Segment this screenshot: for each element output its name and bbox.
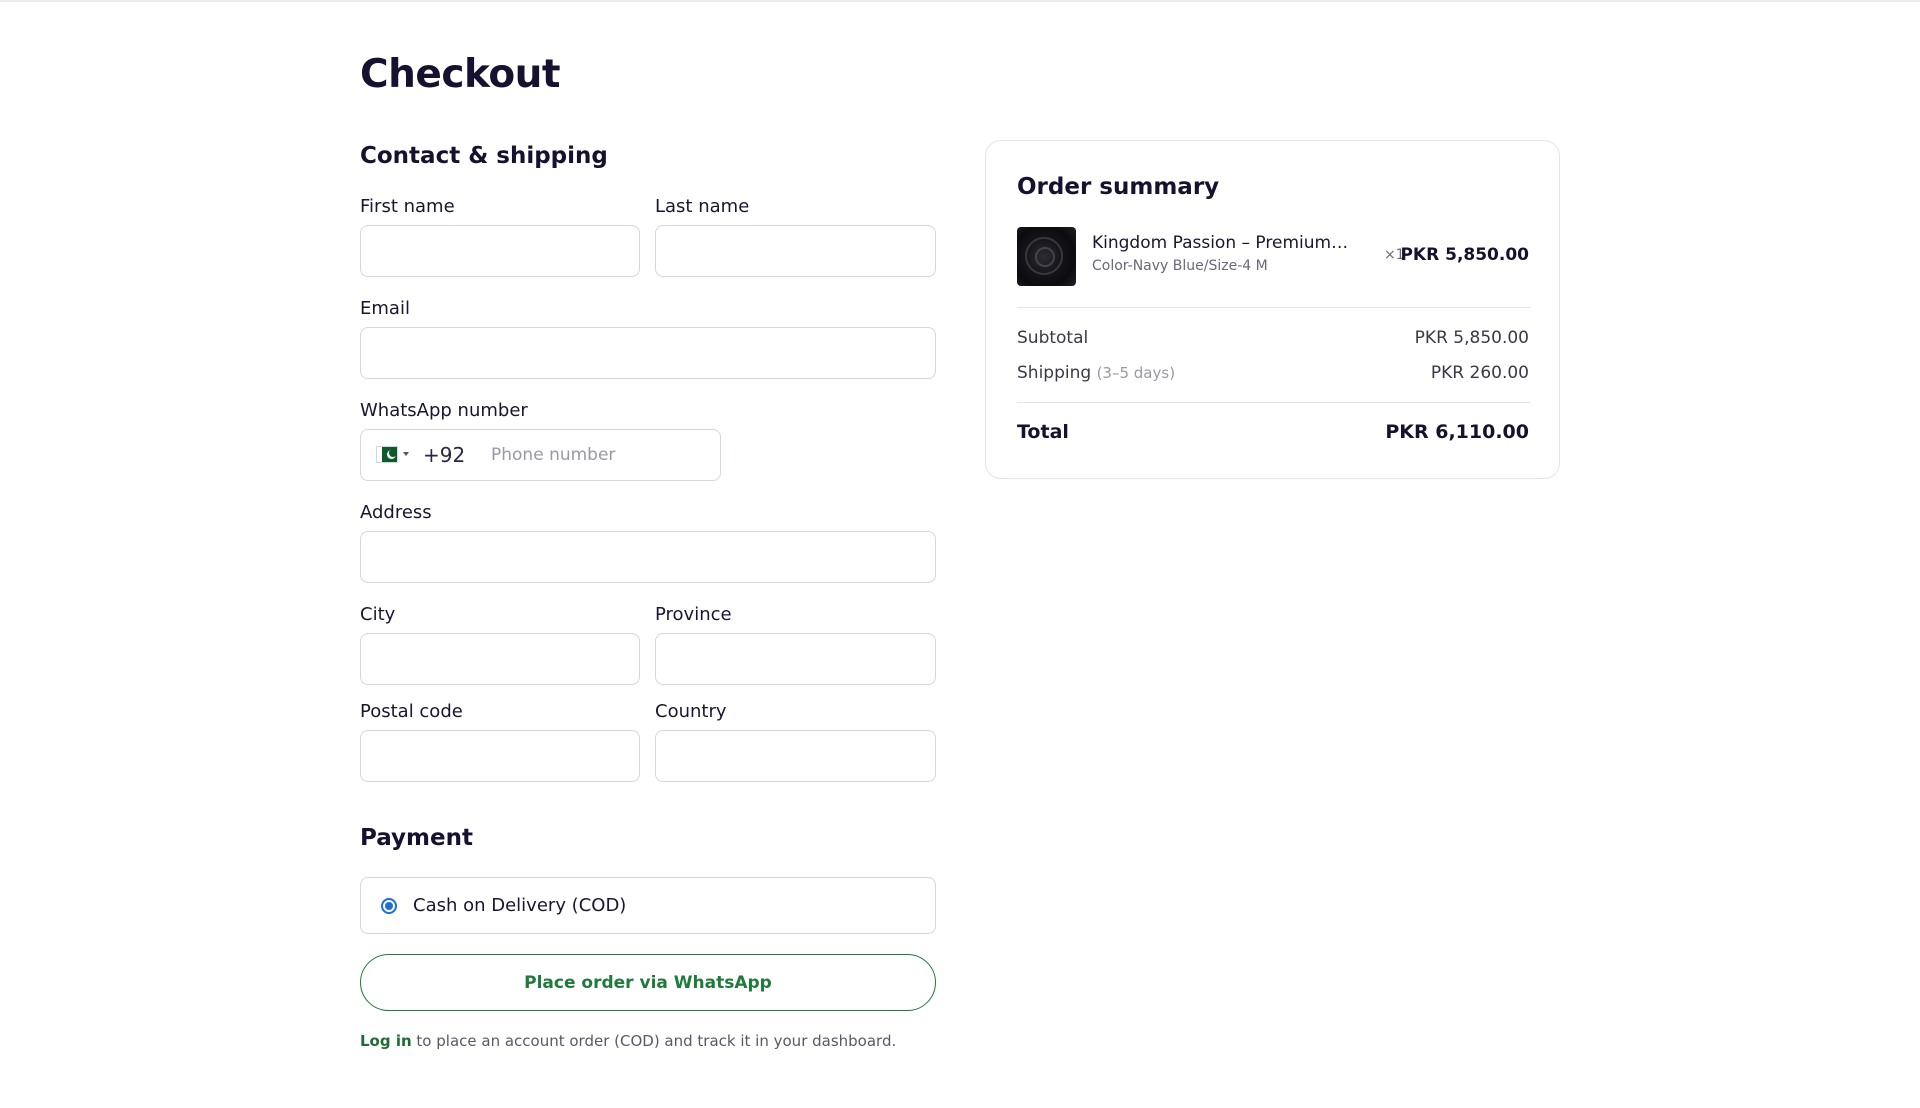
flag-crescent-cut: [389, 449, 397, 457]
email-field[interactable]: [360, 327, 936, 379]
dial-code: +92: [423, 443, 466, 467]
whatsapp-phone-field: +92: [360, 429, 721, 481]
shipping-row: Shipping (3–5 days): [1017, 363, 1175, 383]
login-note-text: to place an account order (COD) and trac…: [411, 1032, 897, 1050]
last-name-label: Last name: [655, 196, 750, 217]
shipping-hint: (3–5 days): [1096, 364, 1176, 382]
address-field[interactable]: [360, 531, 936, 583]
shipping-value: PKR 260.00: [1430, 363, 1529, 383]
shipping-label: Shipping: [1017, 363, 1092, 383]
first-name-field[interactable]: [360, 225, 640, 277]
login-note: Log in to place an account order (COD) a…: [360, 1032, 896, 1050]
page-title: Checkout: [360, 52, 561, 97]
product-name: Kingdom Passion – Premium…: [1092, 233, 1349, 253]
order-summary-title: Order summary: [1017, 174, 1220, 200]
address-label: Address: [360, 502, 432, 523]
pakistan-flag-icon[interactable]: [376, 446, 398, 463]
product-variant: Color-Navy Blue/Size-4 M: [1092, 258, 1268, 274]
province-field[interactable]: [655, 633, 936, 685]
contact-section-title: Contact & shipping: [360, 143, 608, 169]
postal-code-label: Postal code: [360, 701, 463, 722]
radio-dot: [385, 902, 393, 910]
cod-radio[interactable]: [381, 898, 397, 914]
city-field[interactable]: [360, 633, 640, 685]
whatsapp-label: WhatsApp number: [360, 400, 528, 421]
subtotal-label: Subtotal: [1017, 328, 1089, 348]
country-label: Country: [655, 701, 727, 722]
phone-number-input[interactable]: [491, 438, 711, 472]
province-label: Province: [655, 604, 732, 625]
thumbnail-fabric-fold-inner: [1035, 247, 1055, 267]
email-label: Email: [360, 298, 410, 319]
total-value: PKR 6,110.00: [1385, 421, 1529, 443]
cod-payment-option[interactable]: Cash on Delivery (COD): [360, 877, 936, 934]
subtotal-value: PKR 5,850.00: [1414, 328, 1529, 348]
total-label: Total: [1017, 421, 1069, 443]
payment-section-title: Payment: [360, 825, 473, 851]
place-order-whatsapp-button[interactable]: Place order via WhatsApp: [360, 954, 936, 1011]
product-thumbnail: [1017, 227, 1076, 286]
divider: [1017, 307, 1530, 308]
chevron-down-icon[interactable]: [403, 452, 409, 456]
cod-option-label: Cash on Delivery (COD): [413, 895, 627, 916]
first-name-label: First name: [360, 196, 455, 217]
login-link[interactable]: Log in: [360, 1032, 412, 1050]
top-border: [0, 0, 1920, 2]
divider: [1017, 402, 1530, 403]
city-label: City: [360, 604, 396, 625]
postal-code-field[interactable]: [360, 730, 640, 782]
last-name-field[interactable]: [655, 225, 936, 277]
order-summary-card: Order summary Kingdom Passion – Premium……: [985, 140, 1560, 479]
country-field[interactable]: [655, 730, 936, 782]
product-price: PKR 5,850.00: [1400, 245, 1529, 265]
